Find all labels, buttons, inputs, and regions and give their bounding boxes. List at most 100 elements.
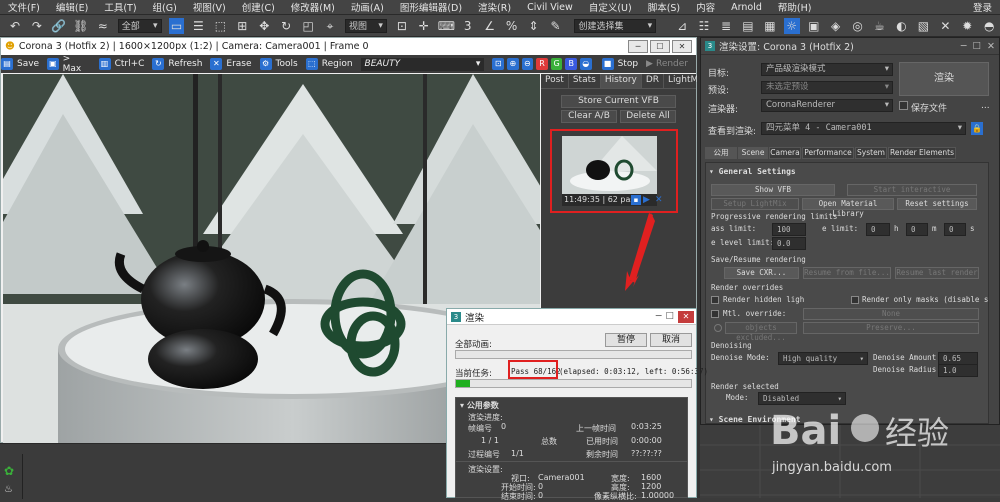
refresh-button[interactable]: ↻ Refresh <box>152 58 202 70</box>
schematic-icon[interactable]: ▦ <box>762 18 778 34</box>
light-icon[interactable]: ✹ <box>959 18 975 34</box>
select-by-name-icon[interactable]: ☰ <box>190 18 206 34</box>
move-icon[interactable]: ✥ <box>256 18 272 34</box>
tab-system[interactable]: System <box>855 147 887 159</box>
progress-close-icon[interactable]: ✕ <box>678 310 694 323</box>
graph-icon[interactable]: ▤ <box>740 18 756 34</box>
align-icon[interactable]: ☷ <box>696 18 712 34</box>
copy-button[interactable]: ▥ Ctrl+C <box>98 58 144 70</box>
alpha-icon[interactable]: ◒ <box>579 58 592 70</box>
resume-last-render-button[interactable]: Resume last render <box>895 267 979 279</box>
material-icon[interactable]: ◓ <box>981 18 997 34</box>
noise-limit-spinner[interactable]: 0.0 <box>772 237 806 250</box>
delete-all-button[interactable]: Delete All <box>620 110 676 123</box>
bind-icon[interactable]: ≈ <box>95 18 111 34</box>
objects-excluded-button[interactable]: objects excluded... <box>725 322 797 342</box>
percent-snap-icon[interactable]: % <box>504 18 520 34</box>
menu-item-7[interactable]: 动画(A) <box>343 0 392 14</box>
common-params-rollout[interactable]: ▾ 公用参数 <box>460 400 499 411</box>
denoise-radius-spinner[interactable]: 1.0 <box>938 364 978 377</box>
tab-camera[interactable]: Camera <box>769 147 801 159</box>
login-button[interactable]: 登录 <box>965 0 1000 14</box>
scale-icon[interactable]: ◰ <box>300 18 316 34</box>
reset-settings-button[interactable]: Reset settings <box>897 198 977 210</box>
mtl-override-slot[interactable]: None <box>803 308 979 320</box>
render-frame-icon[interactable]: ▣ <box>806 18 822 34</box>
progress-minimize-icon[interactable]: ─ <box>656 311 662 322</box>
menu-item-8[interactable]: 图形编辑器(D) <box>392 0 470 14</box>
pass-dropdown[interactable]: BEAUTY ▾ <box>360 57 485 71</box>
tab-scene[interactable]: Scene <box>738 147 768 159</box>
open-material-library-button[interactable]: Open Material Library <box>802 198 894 218</box>
menu-item-6[interactable]: 修改器(M) <box>283 0 343 14</box>
stop-button[interactable]: ■ Stop <box>601 58 638 70</box>
arnold-icon[interactable]: ◐ <box>894 18 910 34</box>
menu-item-4[interactable]: 视图(V) <box>185 0 234 14</box>
menu-item-5[interactable]: 创建(C) <box>234 0 283 14</box>
clear-ab-button[interactable]: Clear A/B <box>561 110 617 123</box>
mtl-override-checkbox[interactable] <box>711 310 719 318</box>
zoom-out-icon[interactable]: ⊖ <box>521 58 534 70</box>
place-icon[interactable]: ⌖ <box>322 18 338 34</box>
color-g-icon[interactable]: G <box>550 58 563 70</box>
denoise-mode-dropdown[interactable]: High quality ▾ <box>778 352 868 365</box>
ref-coord-dropdown[interactable]: 视图 ▾ <box>345 18 387 33</box>
show-vfb-button[interactable]: Show VFB <box>711 184 835 196</box>
camera-icon[interactable]: ✕ <box>937 18 953 34</box>
cancel-button[interactable]: 取消 <box>650 333 692 347</box>
render-only-masks-checkbox[interactable] <box>851 296 859 304</box>
named-selection-dropdown[interactable]: 创建选择集 ▾ <box>574 18 657 33</box>
pause-button[interactable]: 暂停 <box>605 333 647 347</box>
region-button[interactable]: ⬚ Region <box>305 58 353 70</box>
plant-icon[interactable]: ✿ <box>4 464 14 478</box>
general-settings-rollout[interactable]: ▾ General Settings <box>709 167 796 176</box>
undo-icon[interactable]: ↶ <box>7 18 23 34</box>
tab-render-elements[interactable]: Render Elements <box>888 147 956 159</box>
menu-item-9[interactable]: 渲染(R) <box>470 0 519 14</box>
menu-item-10[interactable]: Civil View <box>519 2 581 13</box>
render-setup-icon[interactable]: ☼ <box>783 17 800 34</box>
start-interactive-button[interactable]: Start interactive <box>847 184 977 196</box>
rotate-icon[interactable]: ↻ <box>278 18 294 34</box>
render-button[interactable]: ▶ Render <box>646 59 688 69</box>
color-b-icon[interactable]: B <box>565 58 577 70</box>
view-to-render-dropdown[interactable]: 四元菜单 4 - Camera001 ▾ <box>761 122 966 135</box>
angle-snap-icon[interactable]: ∠ <box>482 18 498 34</box>
preserve-button[interactable]: Preserve... <box>803 322 979 334</box>
minimize-icon[interactable]: ─ <box>628 40 648 53</box>
maximize-icon[interactable]: ☐ <box>650 40 670 53</box>
spinner-snap-icon[interactable]: ⇕ <box>526 18 542 34</box>
history-load-icon[interactable]: ▶ <box>643 195 653 205</box>
tab-post[interactable]: Post <box>541 74 569 88</box>
save-file-checkbox[interactable] <box>899 101 908 110</box>
layer-icon[interactable]: ≣ <box>718 18 734 34</box>
activeshade-icon[interactable]: ☕ <box>872 18 888 34</box>
more-icon[interactable]: ... <box>981 101 990 111</box>
time-seconds-spinner[interactable]: 0 <box>944 223 966 236</box>
tab-dr[interactable]: DR <box>642 74 665 88</box>
rs-maximize-icon[interactable]: ☐ <box>973 41 982 52</box>
corona-icon[interactable]: ▧ <box>915 18 931 34</box>
menu-item-13[interactable]: 内容 <box>688 0 723 14</box>
window-cross-icon[interactable]: ⊞ <box>234 18 250 34</box>
unlink-icon[interactable]: ⛓ <box>73 18 89 34</box>
tab-performance[interactable]: Performance <box>802 147 854 159</box>
render-button-large[interactable]: 渲染 <box>899 62 989 96</box>
preset-dropdown[interactable]: 未选定预设 ▾ <box>761 81 893 94</box>
color-r-icon[interactable]: R <box>536 58 548 70</box>
select-icon[interactable]: ▭ <box>168 17 185 34</box>
rs-minimize-icon[interactable]: ─ <box>961 41 967 52</box>
manipulate-icon[interactable]: ✛ <box>416 18 432 34</box>
tools-button[interactable]: ⚙ Tools <box>259 58 298 70</box>
progress-maximize-icon[interactable]: ☐ <box>665 311 674 322</box>
time-hours-spinner[interactable]: 0 <box>866 223 890 236</box>
pivot-icon[interactable]: ⊡ <box>394 18 410 34</box>
resume-from-file-button[interactable]: Resume from file... <box>803 267 891 279</box>
selection-filter-dropdown[interactable]: 全部 ▾ <box>117 18 162 33</box>
render-icon[interactable]: ◈ <box>828 18 844 34</box>
menu-item-14[interactable]: Arnold <box>723 2 770 13</box>
history-thumbnail[interactable] <box>562 136 657 194</box>
excluded-toggle-icon[interactable] <box>714 324 722 332</box>
rect-select-icon[interactable]: ⬚ <box>212 18 228 34</box>
menu-item-3[interactable]: 组(G) <box>145 0 185 14</box>
